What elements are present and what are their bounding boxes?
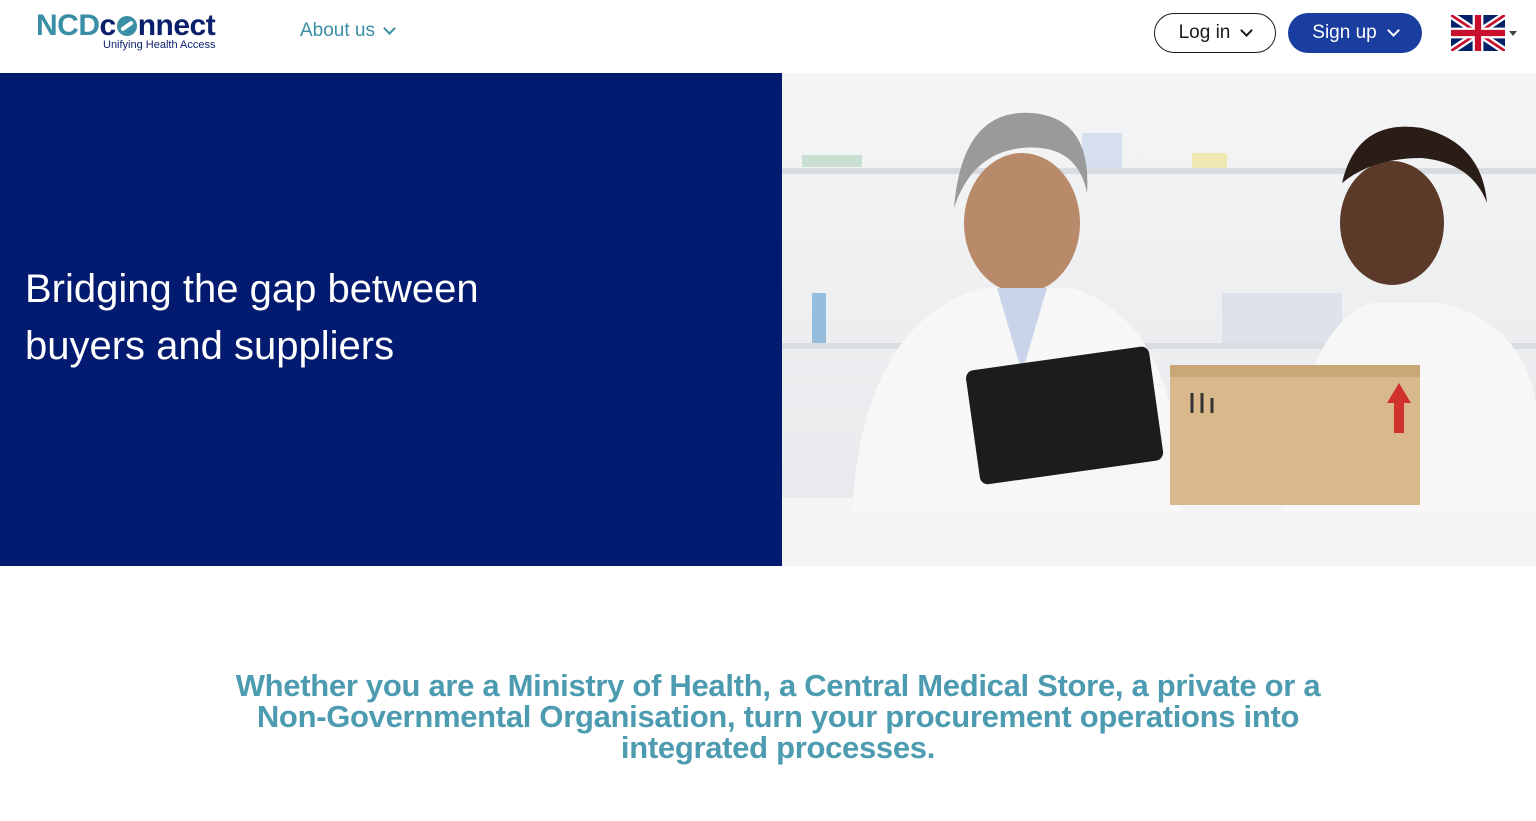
signup-label: Sign up — [1312, 22, 1377, 43]
chevron-down-icon — [383, 22, 396, 35]
logo-ncd-text: NCD — [36, 9, 100, 42]
logo-wordmark: NCDc nnect — [36, 9, 216, 42]
intro-tagline: Whether you are a Ministry of Health, a … — [235, 668, 1321, 765]
ncdconnect-logo[interactable]: NCDc nnect Unifying Health Access — [36, 10, 236, 56]
pill-icon — [116, 16, 137, 36]
language-selector[interactable] — [1451, 15, 1521, 51]
login-label: Log in — [1178, 22, 1231, 43]
login-button[interactable]: Log in — [1154, 13, 1276, 53]
pharmacists-photo-illustration — [782, 73, 1536, 566]
hero-banner: Bridging the gap between buyers and supp… — [0, 73, 782, 566]
hero-title: Bridging the gap between buyers and supp… — [25, 267, 479, 368]
signup-button[interactable]: Sign up — [1288, 13, 1422, 53]
caret-down-icon — [1509, 30, 1517, 36]
about-us-label: About us — [300, 20, 375, 41]
chevron-down-icon — [1386, 24, 1400, 37]
uk-flag-icon — [1451, 15, 1505, 51]
logo-tagline: Unifying Health Access — [103, 39, 216, 51]
site-header: NCDc nnect Unifying Health Access About u… — [0, 0, 1536, 73]
about-us-menu[interactable]: About us — [300, 20, 396, 42]
chevron-down-icon — [1240, 24, 1254, 37]
hero-photo — [782, 73, 1536, 566]
